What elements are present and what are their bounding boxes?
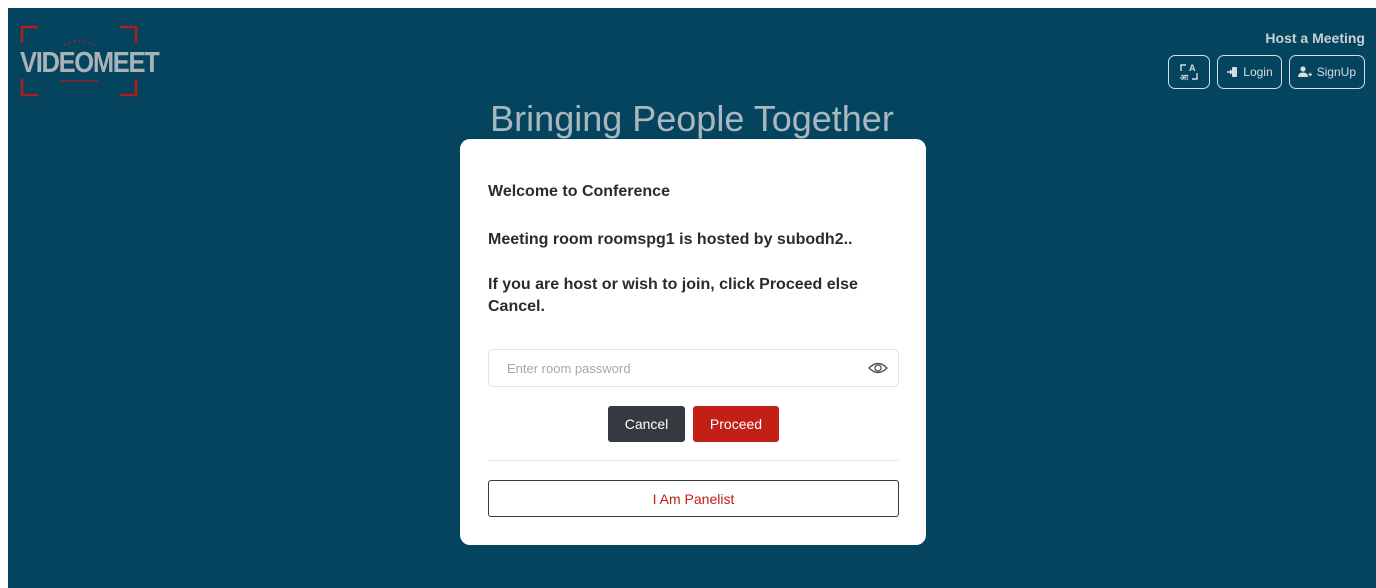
room-info-text: Meeting room roomspg1 is hosted by subod… [488, 231, 853, 248]
welcome-text: Welcome to Conference [488, 183, 670, 200]
signup-button[interactable]: SignUp [1288, 55, 1365, 89]
signup-label: SignUp [1316, 65, 1356, 79]
language-toggle-button[interactable]: A आ [1168, 55, 1211, 89]
login-icon [1227, 67, 1238, 77]
svg-text:A: A [1189, 63, 1196, 73]
user-add-icon [1297, 66, 1312, 77]
language-toggle-icon: A आ [1180, 63, 1198, 82]
instruction-text: If you are host or wish to join, click P… [488, 276, 858, 315]
login-label: Login [1243, 65, 1273, 79]
videomeet-logo[interactable]: VIDEOMEET [20, 25, 160, 97]
proceed-button[interactable]: Proceed [693, 406, 779, 442]
panelist-button[interactable]: I Am Panelist [488, 480, 899, 517]
page-background: VIDEOMEET Host a Meeting A आ Login SignU… [8, 8, 1376, 588]
cancel-button[interactable]: Cancel [608, 406, 685, 442]
logo-text: VIDEOMEET [20, 47, 160, 79]
show-password-icon[interactable] [868, 360, 888, 376]
header-buttons: A आ Login SignUp [1168, 55, 1365, 89]
dialog-actions: Cancel Proceed [488, 406, 899, 442]
dialog-divider [488, 460, 899, 461]
password-field-wrapper [488, 349, 899, 387]
svg-text:आ: आ [1180, 73, 1189, 82]
join-meeting-dialog: Welcome to Conference Meeting room rooms… [460, 139, 926, 545]
page-headline: Bringing People Together [490, 98, 894, 139]
room-password-input[interactable] [489, 350, 859, 386]
login-button[interactable]: Login [1217, 55, 1282, 89]
host-meeting-link[interactable]: Host a Meeting [1265, 30, 1365, 46]
